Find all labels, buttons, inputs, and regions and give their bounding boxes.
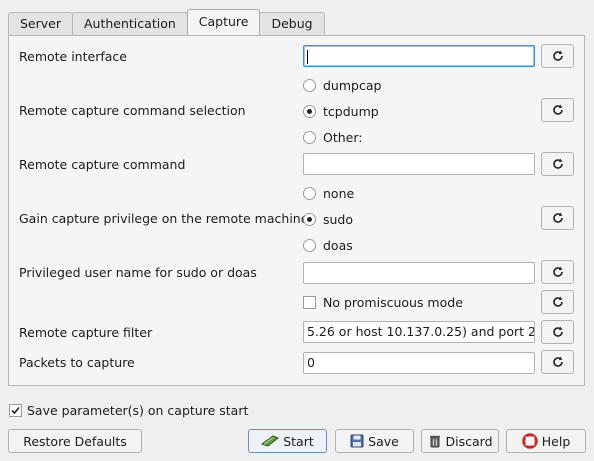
tab-bar: Server Authentication Capture Debug: [8, 9, 325, 35]
tab-capture[interactable]: Capture: [186, 9, 261, 35]
checkbox-label: No promiscuous mode: [323, 294, 463, 310]
radio-other[interactable]: Other:: [303, 127, 362, 147]
reset-arrow-icon: [552, 356, 563, 367]
radio-label: tcpdump: [323, 103, 379, 119]
reset-capture-filter-button[interactable]: [541, 320, 574, 344]
radio-label: Other:: [323, 129, 363, 145]
radio-label: doas: [323, 237, 353, 253]
text-cursor: [307, 49, 308, 64]
trash-can-icon: [429, 435, 440, 448]
command-selection-label: Remote capture command selection: [19, 103, 246, 118]
remote-command-label: Remote capture command: [19, 157, 186, 172]
tab-authentication[interactable]: Authentication: [72, 12, 188, 35]
start-flag-icon: [261, 435, 280, 447]
start-button[interactable]: Start: [248, 429, 327, 453]
remote-interface-input[interactable]: [303, 45, 535, 67]
reset-arrow-icon: [552, 158, 563, 169]
radio-indicator: [303, 78, 316, 92]
privilege-label: Gain capture privilege on the remote mac…: [19, 211, 309, 226]
floppy-disk-icon: [350, 434, 364, 448]
reset-arrow-icon: [552, 266, 563, 277]
reset-no-promisc-button[interactable]: [541, 290, 574, 314]
reset-remote-interface-button[interactable]: [541, 44, 574, 68]
radio-tcpdump[interactable]: tcpdump: [303, 101, 379, 121]
radio-label: sudo: [323, 211, 354, 227]
remote-interface-label: Remote interface: [19, 49, 127, 64]
save-button[interactable]: Save: [335, 429, 414, 453]
remote-command-input[interactable]: [303, 153, 535, 175]
packets-label: Packets to capture: [19, 355, 135, 370]
reset-arrow-icon: [552, 104, 563, 115]
reset-arrow-icon: [552, 212, 563, 223]
reset-arrow-icon: [552, 326, 563, 337]
radio-doas[interactable]: doas: [303, 235, 353, 255]
lifebuoy-icon: [521, 433, 538, 449]
button-label: Restore Defaults: [23, 433, 127, 449]
radio-dumpcap[interactable]: dumpcap: [303, 75, 381, 95]
button-label: Save: [368, 433, 399, 449]
radio-sudo[interactable]: sudo: [303, 209, 353, 229]
radio-indicator: [303, 238, 316, 252]
no-promisc-checkbox[interactable]: No promiscuous mode: [303, 292, 463, 312]
tab-server[interactable]: Server: [8, 12, 73, 35]
save-params-checkbox[interactable]: Save parameter(s) on capture start: [9, 403, 248, 418]
checkbox-indicator: [9, 404, 22, 417]
radio-indicator: [303, 130, 316, 144]
checkbox-indicator: [303, 295, 316, 309]
reset-remote-command-button[interactable]: [541, 152, 574, 176]
radio-indicator: [303, 186, 316, 200]
button-label: Discard: [445, 433, 493, 449]
reset-arrow-icon: [552, 296, 563, 307]
capture-filter-label: Remote capture filter: [19, 325, 153, 340]
radio-label: dumpcap: [323, 77, 382, 93]
discard-button[interactable]: Discard: [421, 429, 499, 453]
capture-filter-input[interactable]: 5.26 or host 10.137.0.25) and port 22): [303, 321, 535, 343]
priv-user-input[interactable]: [303, 262, 535, 284]
priv-user-label: Privileged user name for sudo or doas: [19, 265, 257, 280]
help-button[interactable]: Help: [506, 429, 586, 453]
button-label: Start: [283, 433, 314, 449]
radio-label: none: [323, 185, 355, 201]
reset-arrow-icon: [552, 50, 563, 61]
button-label: Help: [541, 433, 571, 449]
reset-packets-button[interactable]: [541, 350, 574, 374]
tab-debug[interactable]: Debug: [259, 12, 325, 35]
checkbox-label: Save parameter(s) on capture start: [27, 403, 249, 418]
reset-command-selection-button[interactable]: [541, 98, 574, 122]
radio-indicator: [303, 212, 316, 226]
restore-defaults-button[interactable]: Restore Defaults: [8, 429, 142, 453]
reset-priv-user-button[interactable]: [541, 260, 574, 284]
reset-privilege-button[interactable]: [541, 206, 574, 230]
radio-indicator: [303, 104, 316, 118]
radio-none[interactable]: none: [303, 183, 354, 203]
checkmark-icon: [11, 406, 20, 415]
packets-input[interactable]: 0: [303, 352, 535, 374]
